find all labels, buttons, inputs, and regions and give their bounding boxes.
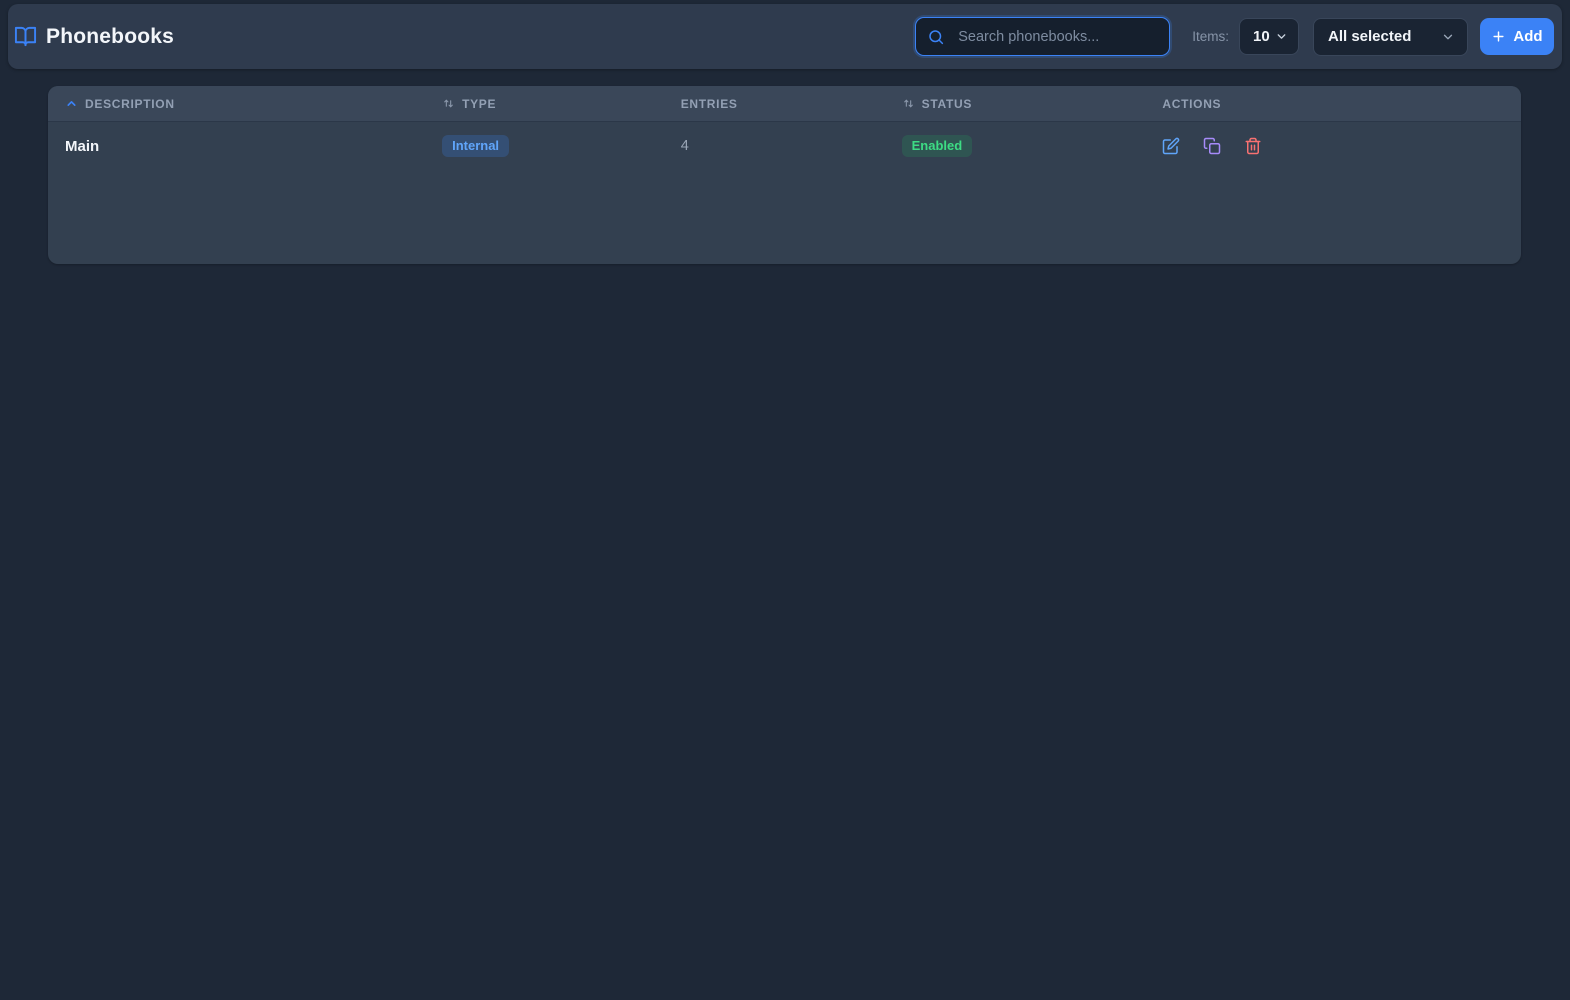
add-button[interactable]: Add: [1480, 18, 1554, 55]
book-open-icon: [14, 25, 37, 48]
actions-cell: [1145, 122, 1521, 170]
column-label: ACTIONS: [1162, 96, 1222, 111]
header-controls: Items: 10 All selected Ad: [915, 17, 1554, 56]
copy-button[interactable]: [1203, 137, 1221, 155]
column-header-actions: ACTIONS: [1145, 86, 1521, 121]
copy-icon: [1203, 137, 1221, 155]
status-badge: Enabled: [901, 135, 973, 157]
type-badge: Internal: [442, 135, 510, 157]
type-cell: Internal: [425, 122, 664, 170]
column-label: ENTRIES: [680, 96, 738, 111]
column-label: STATUS: [921, 96, 973, 111]
add-button-label: Add: [1513, 28, 1543, 45]
items-label: Items:: [1192, 29, 1229, 44]
column-header-description[interactable]: DESCRIPTION: [48, 86, 425, 121]
column-label: DESCRIPTION: [85, 96, 175, 111]
filter-select[interactable]: All selected: [1313, 17, 1468, 56]
trash-icon: [1244, 137, 1262, 155]
items-per-page-select[interactable]: 10: [1239, 18, 1299, 55]
description-cell: Main: [48, 122, 425, 170]
pencil-square-icon: [1162, 137, 1180, 155]
edit-button[interactable]: [1162, 137, 1180, 155]
phonebook-name: Main: [65, 137, 100, 155]
column-header-type[interactable]: TYPE: [425, 86, 664, 121]
chevron-down-icon: [1275, 30, 1288, 43]
phonebooks-table: DESCRIPTION TYPE ENTRIES STATUS ACTIONS …: [48, 86, 1521, 264]
status-cell: Enabled: [885, 122, 1146, 170]
chevron-down-icon: [1441, 30, 1455, 44]
entries-count: 4: [680, 138, 689, 154]
arrows-up-down-icon: [902, 97, 915, 110]
table-row: Main Internal 4 Enabled: [48, 122, 1521, 170]
filter-select-value: All selected: [1328, 28, 1412, 45]
search-icon: [927, 28, 945, 46]
entries-cell: 4: [664, 122, 885, 170]
column-header-entries: ENTRIES: [664, 86, 885, 121]
sort-ascending-icon: [65, 97, 78, 110]
header-bar: Phonebooks Items: 10 All selected: [8, 4, 1562, 69]
column-label: TYPE: [462, 96, 497, 111]
table-header-row: DESCRIPTION TYPE ENTRIES STATUS ACTIONS: [48, 86, 1521, 122]
column-header-status[interactable]: STATUS: [885, 86, 1146, 121]
items-per-page-value: 10: [1253, 28, 1270, 45]
delete-button[interactable]: [1244, 137, 1262, 155]
plus-icon: [1491, 29, 1506, 44]
arrows-up-down-icon: [442, 97, 455, 110]
title-group: Phonebooks: [14, 25, 174, 49]
search-input[interactable]: [956, 27, 1160, 46]
search-box: [915, 17, 1171, 56]
page-title: Phonebooks: [46, 24, 175, 48]
